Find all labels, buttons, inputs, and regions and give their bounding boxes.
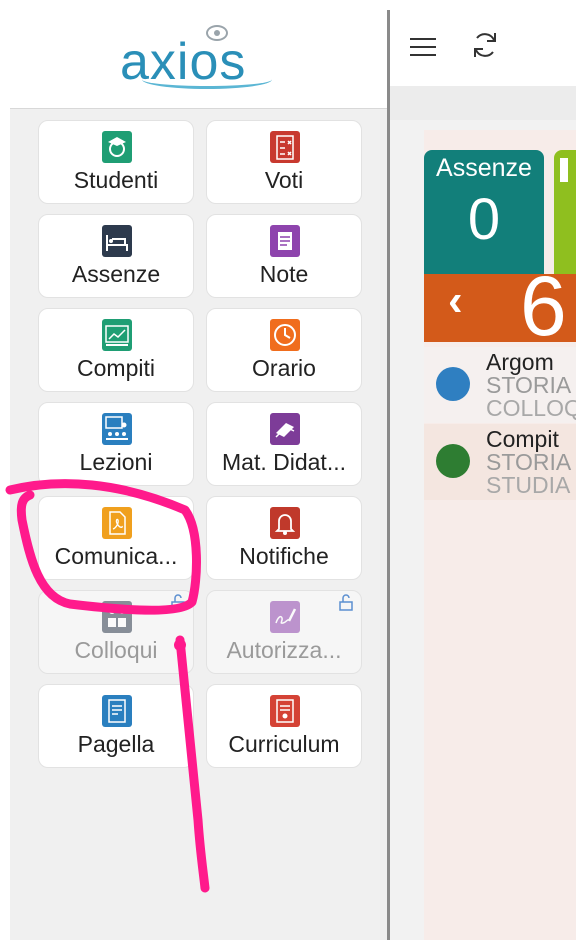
bell-icon bbox=[270, 507, 300, 539]
tile-label: Notifiche bbox=[239, 543, 329, 569]
tile-label: Studenti bbox=[73, 167, 159, 193]
meeting-icon bbox=[102, 601, 132, 633]
report-card-icon bbox=[102, 695, 132, 727]
tile-label: Lezioni bbox=[79, 449, 153, 475]
calendar-prev-button[interactable]: ‹ bbox=[448, 276, 463, 326]
event-item[interactable]: Argom STORIA COLLOQ bbox=[424, 347, 576, 423]
tile-studenti[interactable]: Studenti bbox=[38, 120, 194, 204]
tile-colloqui[interactable]: Colloqui bbox=[38, 590, 194, 674]
certificate-icon bbox=[270, 695, 300, 727]
tile-comunicazioni[interactable]: Comunica... bbox=[38, 496, 194, 580]
calendar-day-number: 6 bbox=[520, 259, 567, 353]
tile-label: Voti bbox=[264, 167, 304, 193]
tile-assenze[interactable]: Assenze bbox=[38, 214, 194, 298]
tile-curriculum[interactable]: Curriculum bbox=[206, 684, 362, 768]
tile-autorizzazioni[interactable]: Autorizza... bbox=[206, 590, 362, 674]
lock-icon bbox=[171, 594, 185, 611]
clock-icon bbox=[270, 319, 300, 351]
tile-lezioni[interactable]: Lezioni bbox=[38, 402, 194, 486]
bed-icon bbox=[102, 225, 132, 257]
grades-icon bbox=[270, 131, 300, 163]
tile-label: Comunica... bbox=[54, 543, 178, 569]
tile-orario[interactable]: Orario bbox=[206, 308, 362, 392]
assenze-card-label: Assenze bbox=[436, 154, 532, 182]
pdf-icon bbox=[102, 507, 132, 539]
navigation-drawer: axios Studenti Voti Assenze Note Compiti bbox=[10, 10, 388, 940]
tile-note[interactable]: Note bbox=[206, 214, 362, 298]
classroom-icon bbox=[102, 413, 132, 445]
tile-pagella[interactable]: Pagella bbox=[38, 684, 194, 768]
note-icon bbox=[270, 225, 300, 257]
event-dot bbox=[436, 367, 470, 401]
tile-voti[interactable]: Voti bbox=[206, 120, 362, 204]
tile-label: Orario bbox=[252, 355, 316, 381]
signature-icon bbox=[270, 601, 300, 633]
hamburger-menu-icon[interactable] bbox=[410, 32, 436, 58]
refresh-icon[interactable] bbox=[468, 28, 502, 62]
top-toolbar bbox=[390, 10, 576, 86]
event-detail: STUDIA bbox=[486, 472, 571, 498]
calendar-day-bar: ‹ 6 bbox=[424, 259, 576, 353]
chart-board-icon bbox=[102, 319, 132, 351]
tile-label: Assenze bbox=[71, 261, 161, 287]
logo-swoosh-icon bbox=[142, 70, 272, 89]
tile-label: Colloqui bbox=[74, 637, 158, 663]
subheader-strip bbox=[390, 86, 576, 120]
tile-notifiche[interactable]: Notifiche bbox=[206, 496, 362, 580]
event-item[interactable]: Compit STORIA STUDIA bbox=[424, 424, 576, 500]
event-detail: COLLOQ bbox=[486, 395, 576, 421]
tile-mat-didat[interactable]: Mat. Didat... bbox=[206, 402, 362, 486]
student-icon bbox=[102, 131, 132, 163]
tile-label: Pagella bbox=[77, 731, 155, 757]
assenze-summary-card[interactable]: Assenze 0 bbox=[424, 150, 544, 274]
lock-icon bbox=[339, 594, 353, 611]
event-dot bbox=[436, 444, 470, 478]
tile-label: Autorizza... bbox=[226, 637, 342, 663]
books-icon bbox=[270, 413, 300, 445]
summary-card-partial[interactable] bbox=[554, 150, 576, 274]
tile-label: Curriculum bbox=[228, 731, 340, 757]
assenze-card-value: 0 bbox=[467, 187, 501, 252]
tile-label: Compiti bbox=[77, 355, 155, 381]
logo-header: axios bbox=[10, 10, 388, 109]
tile-label: Mat. Didat... bbox=[222, 449, 346, 475]
tile-label: Note bbox=[259, 261, 309, 287]
tile-compiti[interactable]: Compiti bbox=[38, 308, 194, 392]
